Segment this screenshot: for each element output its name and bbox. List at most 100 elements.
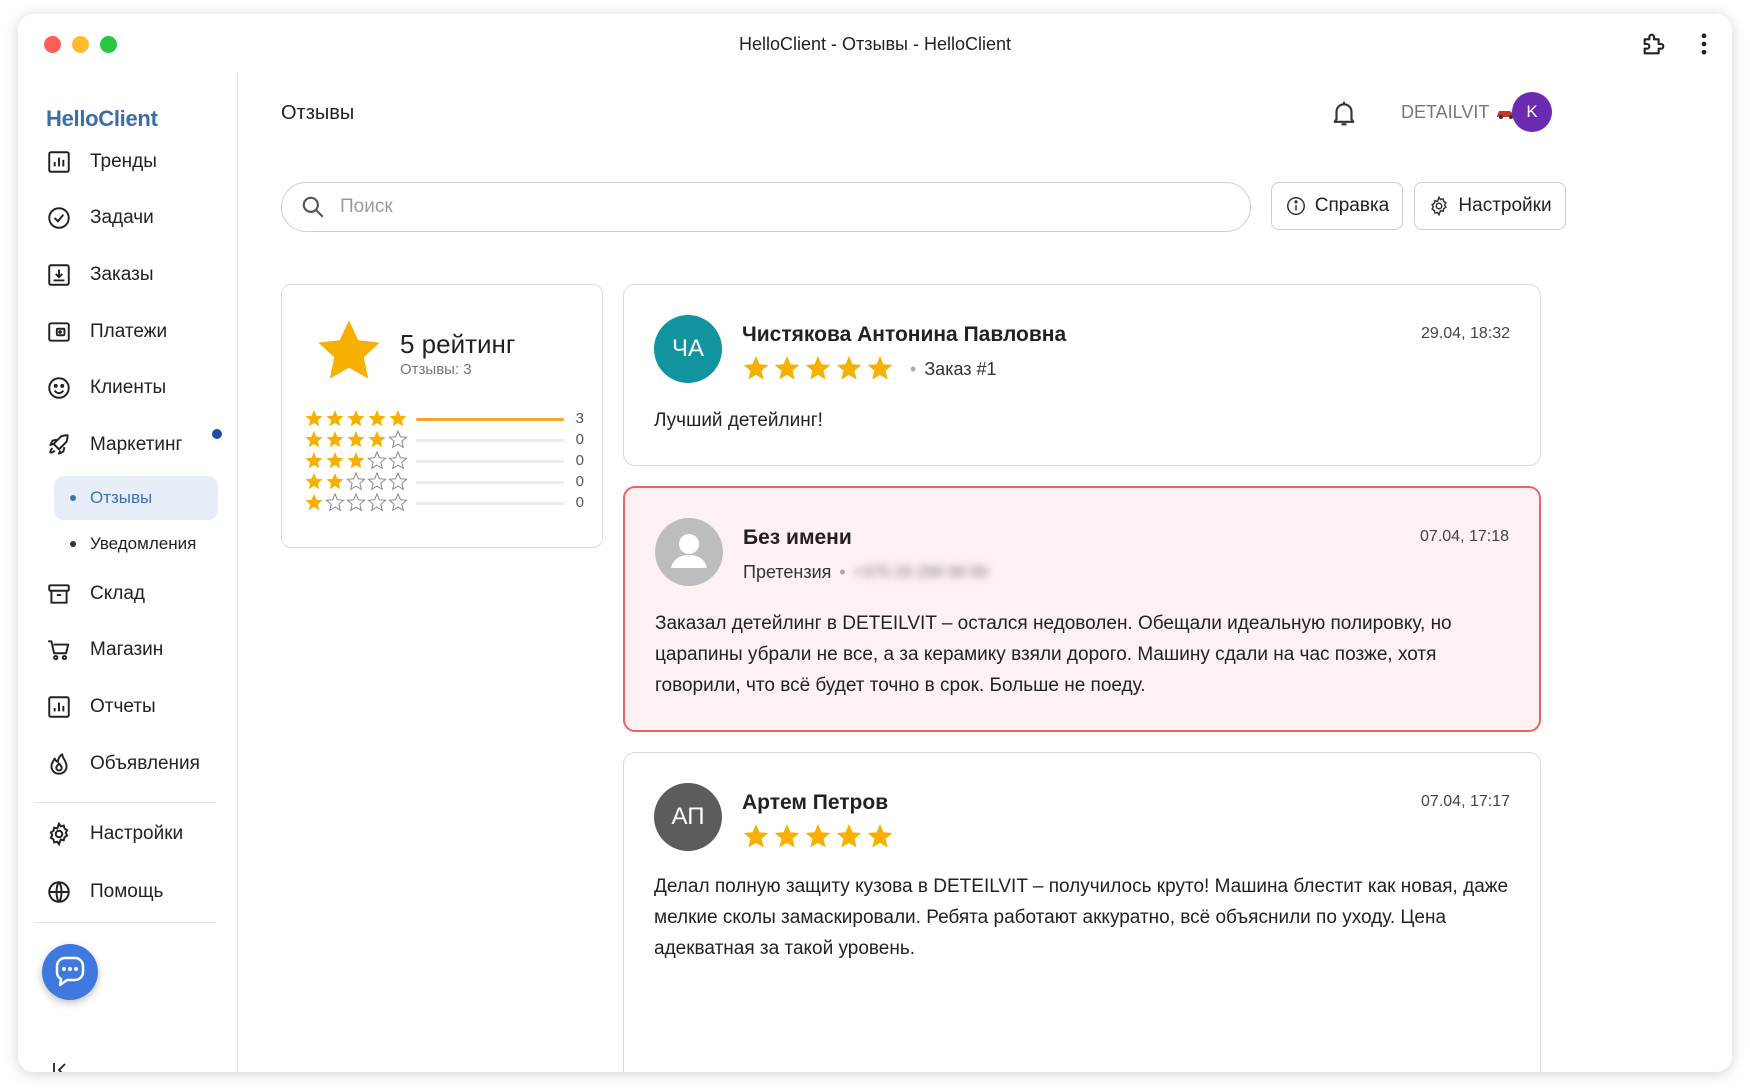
stars-5-icon — [743, 824, 893, 848]
review-meta: Претензия • +375 29 299 99 99 — [743, 562, 988, 583]
settings-button-label: Настройки — [1458, 195, 1552, 216]
title-bar: HelloClient - Отзывы - HelloClient — [18, 14, 1732, 72]
sidebar-item-label: Платежи — [90, 321, 168, 342]
sidebar-subitem-reviews[interactable]: Отзывы — [54, 476, 218, 520]
brand-logo[interactable]: HelloClient — [46, 106, 158, 132]
sidebar-item-label: Тренды — [90, 151, 157, 172]
review-text: Заказал детейлинг в DETEILVIT – остался … — [655, 613, 1452, 696]
user-placeholder-icon — [671, 534, 707, 568]
star-filled — [743, 356, 769, 380]
collapse-sidebar-icon[interactable] — [50, 1060, 70, 1072]
review-card[interactable]: ЧА Чистякова Антонина Павловна 29.04, 18… — [623, 284, 1541, 466]
claim-label: Претензия — [743, 562, 832, 582]
report-icon — [48, 696, 70, 718]
star-empty — [367, 472, 387, 491]
star-filled — [326, 431, 344, 448]
review-card[interactable]: АП Артем Петров 07.04, 17:17 Делал полну… — [623, 752, 1541, 1072]
star-filled — [347, 410, 365, 427]
sidebar-item-tasks[interactable]: Задачи — [46, 198, 226, 238]
app-window: HelloClient - Отзывы - HelloClient Hello… — [18, 14, 1732, 1072]
rating-row-5[interactable]: 3 — [304, 409, 586, 429]
stars-2-icon — [305, 472, 408, 491]
check-circle-icon — [48, 207, 70, 229]
search-input[interactable] — [340, 196, 1220, 218]
rating-row-4[interactable]: 0 — [304, 430, 586, 450]
company-name: DETAILVIT — [1401, 102, 1490, 122]
rating-count: 0 — [575, 473, 584, 490]
rating-bar — [416, 502, 564, 505]
rating-row-2[interactable]: 0 — [304, 472, 586, 492]
sidebar-divider — [34, 922, 216, 923]
review-meta — [742, 823, 902, 851]
rating-row-1[interactable]: 0 — [304, 493, 586, 513]
star-empty — [388, 493, 408, 512]
sidebar-item-trends[interactable]: Тренды — [46, 142, 226, 182]
main-content: Отзывы DETAILVIT K Справка Настройки 5 р… — [239, 72, 1732, 1072]
rating-count: 3 — [575, 410, 584, 427]
star-filled — [774, 824, 800, 848]
star-filled — [368, 431, 386, 448]
company-switcher[interactable]: DETAILVIT — [1401, 102, 1517, 123]
star-icon — [318, 320, 380, 379]
sidebar-item-ads[interactable]: Объявления — [46, 744, 226, 784]
sidebar-item-marketing[interactable]: Маркетинг — [46, 425, 226, 465]
rating-summary-card: 5 рейтинг Отзывы: 3 3 0 0 0 0 — [281, 284, 603, 548]
stars-4-icon — [305, 430, 408, 449]
download-box-icon — [48, 264, 70, 286]
sidebar-item-help[interactable]: Помощь — [46, 872, 226, 912]
sidebar-item-shop[interactable]: Магазин — [46, 630, 226, 670]
star-filled — [836, 824, 862, 848]
sidebar-subitem-notifications[interactable]: Уведомления — [54, 522, 218, 566]
order-link[interactable]: Заказ #1 — [924, 359, 996, 380]
sidebar: HelloClient Тренды Задачи Заказы Платежи… — [18, 72, 238, 1072]
help-button-label: Справка — [1314, 195, 1390, 216]
reviewer-avatar: АП — [654, 783, 722, 851]
sidebar-item-clients[interactable]: Клиенты — [46, 368, 226, 408]
star-filled — [389, 410, 407, 427]
sidebar-item-label: Помощь — [90, 881, 164, 902]
star-filled — [326, 473, 344, 490]
sidebar-item-warehouse[interactable]: Склад — [46, 574, 226, 614]
rating-count: 0 — [575, 452, 584, 469]
chat-support-button[interactable] — [42, 944, 98, 1000]
star-empty — [388, 472, 408, 491]
settings-button[interactable]: Настройки — [1414, 182, 1566, 230]
stars-5-icon — [743, 356, 893, 380]
bell-icon[interactable] — [1329, 98, 1359, 128]
chart-icon — [48, 151, 70, 173]
rating-count: 0 — [575, 494, 584, 511]
sidebar-item-payments[interactable]: Платежи — [46, 312, 226, 352]
star-filled — [347, 452, 365, 469]
reviews-count: Отзывы: 3 — [400, 361, 472, 378]
separator-dot: • — [910, 358, 917, 379]
star-filled — [305, 410, 323, 427]
reviewer-name: Чистякова Антонина Павловна — [742, 323, 1067, 346]
rating-bar — [416, 481, 564, 484]
sidebar-item-settings[interactable]: Настройки — [46, 814, 226, 854]
sidebar-item-label: Отчеты — [90, 696, 156, 717]
star-empty — [346, 472, 366, 491]
star-filled — [867, 356, 893, 380]
search-bar[interactable] — [281, 182, 1251, 232]
star-filled — [867, 824, 893, 848]
review-date: 07.04, 17:18 — [1420, 528, 1509, 545]
help-button[interactable]: Справка — [1271, 182, 1403, 230]
more-vertical-icon[interactable] — [1694, 30, 1714, 58]
star-filled — [326, 410, 344, 427]
rating-row-3[interactable]: 0 — [304, 451, 586, 471]
sidebar-item-reports[interactable]: Отчеты — [46, 687, 226, 727]
sidebar-subitem-label: Отзывы — [90, 488, 153, 507]
user-avatar[interactable]: K — [1512, 92, 1552, 132]
sidebar-item-orders[interactable]: Заказы — [46, 255, 226, 295]
star-filled — [805, 824, 831, 848]
rating-bar — [416, 439, 564, 442]
extension-icon[interactable] — [1640, 30, 1668, 58]
review-card-flagged[interactable]: Без имени 07.04, 17:18 Претензия • +375 … — [623, 486, 1541, 732]
star-filled — [305, 431, 323, 448]
cart-icon — [48, 640, 70, 661]
rating-title: 5 рейтинг — [400, 329, 516, 359]
rating-bar-fill — [416, 418, 564, 421]
window-title: HelloClient - Отзывы - HelloClient — [738, 34, 1011, 54]
sidebar-item-label: Объявления — [90, 753, 200, 774]
sidebar-item-label: Магазин — [90, 639, 164, 660]
